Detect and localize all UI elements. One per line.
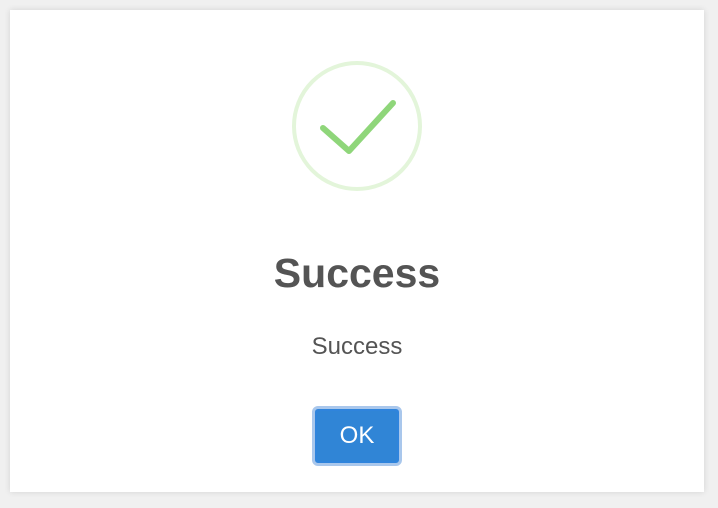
dialog-message: Success <box>311 333 403 360</box>
success-dialog: Success Success OK <box>10 10 704 492</box>
ok-button[interactable]: OK <box>312 406 402 466</box>
success-checkmark-icon <box>291 60 423 192</box>
ok-button-label: OK <box>317 411 397 461</box>
dialog-title: Success <box>273 250 441 296</box>
